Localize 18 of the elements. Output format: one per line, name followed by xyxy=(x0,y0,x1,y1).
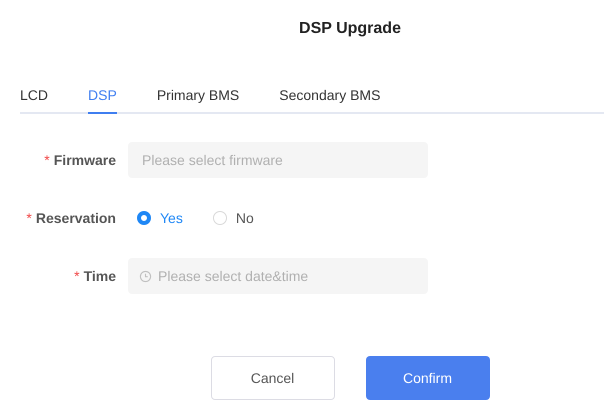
tab[interactable]: DSP xyxy=(88,84,117,114)
cancel-button[interactable]: Cancel xyxy=(210,356,334,400)
field-label: Firmware xyxy=(54,152,116,168)
select-field[interactable]: Please select firmware xyxy=(128,142,428,178)
required-asterisk: * xyxy=(74,268,80,284)
radio-label[interactable]: No xyxy=(236,210,254,226)
radio-button[interactable] xyxy=(137,211,151,225)
tab[interactable]: LCD xyxy=(20,84,48,114)
field-label: Time xyxy=(84,268,116,284)
field-label: Reservation xyxy=(36,210,116,226)
tab[interactable]: Primary BMS xyxy=(156,84,240,114)
confirm-button[interactable]: Confirm xyxy=(366,356,490,400)
radio-label[interactable]: Yes xyxy=(160,210,183,226)
required-asterisk: * xyxy=(44,152,50,168)
tab[interactable]: Secondary BMS xyxy=(279,84,380,114)
required-asterisk: * xyxy=(26,210,32,226)
date-time-field[interactable]: Please select date&time xyxy=(128,258,428,294)
dialog-title: DSP Upgrade xyxy=(299,20,401,39)
